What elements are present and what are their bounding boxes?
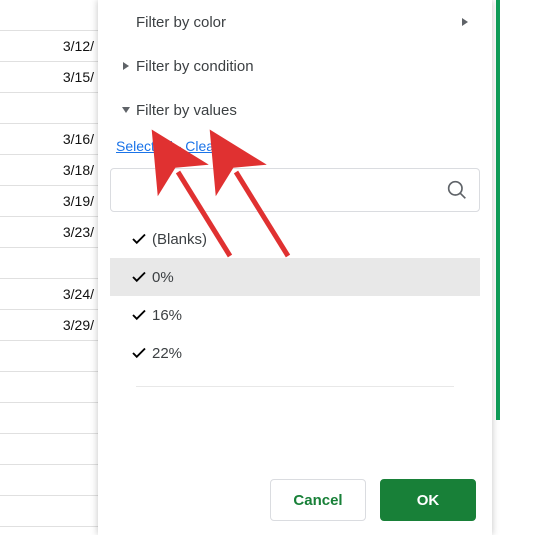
check-icon <box>126 230 152 248</box>
search-icon[interactable] <box>443 176 471 204</box>
expanded-triangle-icon <box>116 106 136 114</box>
filter-value-label: 22% <box>152 345 182 362</box>
cell[interactable]: 3/23/ <box>0 217 100 248</box>
spreadsheet-column: 3/12/ 3/15/ 3/16/ 3/18/ 3/19/ 3/23/ 3/24… <box>0 0 100 535</box>
selection-indicator <box>496 0 500 420</box>
submenu-arrow-icon <box>460 17 474 27</box>
ok-button[interactable]: OK <box>380 479 476 521</box>
filter-value-item[interactable]: 16% <box>110 296 480 334</box>
collapsed-triangle-icon <box>116 61 136 71</box>
filter-search-box[interactable] <box>110 168 480 212</box>
select-all-link[interactable]: Select all <box>116 138 173 154</box>
filter-value-label: (Blanks) <box>152 231 207 248</box>
filter-by-color-section[interactable]: Filter by color <box>98 0 492 44</box>
select-clear-links: Select all - Clear <box>98 132 492 168</box>
filter-by-color-label: Filter by color <box>136 14 226 31</box>
check-icon <box>126 306 152 324</box>
separator-text: - <box>173 138 185 154</box>
cancel-button[interactable]: Cancel <box>270 479 366 521</box>
filter-by-condition-label: Filter by condition <box>136 58 254 75</box>
divider <box>136 386 454 387</box>
filter-by-values-label: Filter by values <box>136 102 237 119</box>
clear-link[interactable]: Clear <box>185 138 218 154</box>
cell[interactable]: 3/15/ <box>0 62 100 93</box>
filter-value-item[interactable]: 0% <box>110 258 480 296</box>
filter-value-label: 16% <box>152 307 182 324</box>
filter-search-input[interactable] <box>119 182 443 199</box>
check-icon <box>126 344 152 362</box>
filter-value-item[interactable]: (Blanks) <box>110 220 480 258</box>
cell[interactable]: 3/12/ <box>0 31 100 62</box>
cell[interactable]: 3/29/ <box>0 310 100 341</box>
filter-value-item[interactable]: 22% <box>110 334 480 372</box>
footer-buttons: Cancel OK <box>270 479 476 521</box>
filter-by-values-section[interactable]: Filter by values <box>98 88 492 132</box>
spreadsheet-right-edge <box>490 0 542 535</box>
filter-by-condition-section[interactable]: Filter by condition <box>98 44 492 88</box>
cell[interactable]: 3/19/ <box>0 186 100 217</box>
cell[interactable]: 3/18/ <box>0 155 100 186</box>
cell[interactable]: 3/16/ <box>0 124 100 155</box>
check-icon <box>126 268 152 286</box>
filter-values-list: (Blanks) 0% 16% 22% <box>110 220 480 387</box>
filter-panel: Filter by color Filter by condition Filt… <box>98 0 492 535</box>
cell[interactable]: 3/24/ <box>0 279 100 310</box>
filter-value-label: 0% <box>152 269 174 286</box>
